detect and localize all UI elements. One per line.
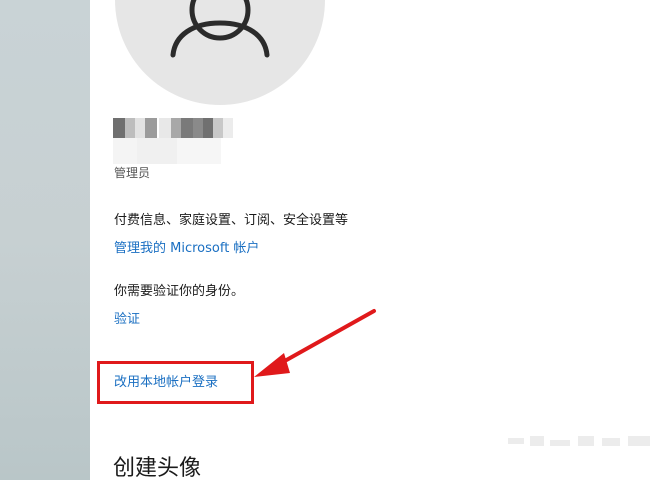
blurred-user-email (113, 138, 223, 164)
verify-link[interactable]: 验证 (114, 311, 140, 329)
red-arrow-icon (254, 309, 376, 377)
user-avatar (115, 0, 325, 105)
blurred-user-name (113, 118, 243, 138)
account-role: 管理员 (114, 166, 151, 180)
account-info-text: 付费信息、家庭设置、订阅、安全设置等 (114, 213, 349, 228)
background-strip (0, 0, 90, 480)
user-silhouette-icon (170, 0, 270, 58)
verify-identity-text: 你需要验证你的身份。 (114, 284, 245, 299)
watermark (508, 436, 650, 446)
annotation-highlight-box (97, 361, 254, 404)
manage-microsoft-account-link[interactable]: 管理我的 Microsoft 帐户 (114, 240, 259, 258)
create-avatar-heading: 创建头像 (113, 456, 202, 481)
